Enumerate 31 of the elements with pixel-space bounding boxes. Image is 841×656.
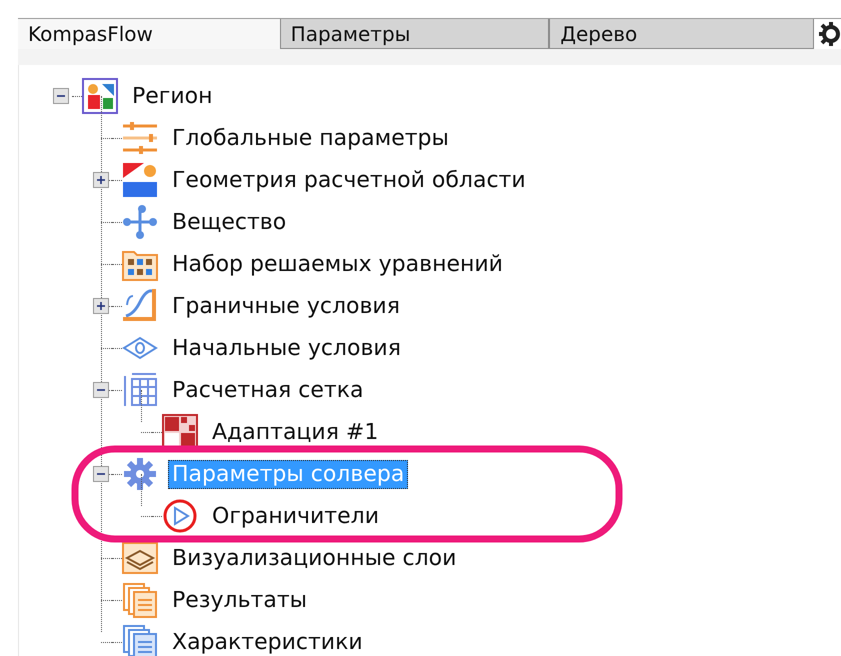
grid-icon [122,372,158,408]
sliders-icon [122,120,158,156]
collapse-icon[interactable] [53,88,69,104]
tree-item[interactable]: Ограничители [208,502,384,530]
region-icon [82,78,118,114]
tree-item[interactable]: Результаты [168,586,312,614]
tree-item[interactable]: Визуализационные слои [168,544,460,572]
panel-tab[interactable]: KompasFlow [18,19,280,49]
documents-icon [122,582,158,618]
tree-item[interactable]: Начальные условия [168,334,405,362]
tree-item[interactable]: Расчетная сетка [168,376,368,404]
settings-icon [122,456,158,492]
play-circle-icon [162,498,198,534]
panel-tab[interactable]: Параметры [280,19,550,49]
tree-item[interactable]: Граничные условия [168,292,404,320]
layers-icon [122,540,158,576]
tree-item[interactable]: Характеристики [168,628,367,656]
expand-icon[interactable] [93,172,109,188]
function-wall-icon [122,288,158,324]
tree-item[interactable]: Геометрия расчетной области [168,166,530,194]
tree-item[interactable]: Набор решаемых уравнений [168,250,507,278]
expand-icon[interactable] [93,298,109,314]
panel-tab[interactable]: Дерево [549,19,814,49]
tree-item[interactable]: Глобальные параметры [168,124,453,152]
molecule-icon [122,204,158,240]
tree-item[interactable]: Вещество [168,208,290,236]
tree-item[interactable]: Регион [128,82,217,110]
shapes-icon [122,162,158,198]
collapse-icon[interactable] [93,382,109,398]
tree-item[interactable]: Адаптация #1 [208,418,382,446]
collapse-icon[interactable] [93,466,109,482]
